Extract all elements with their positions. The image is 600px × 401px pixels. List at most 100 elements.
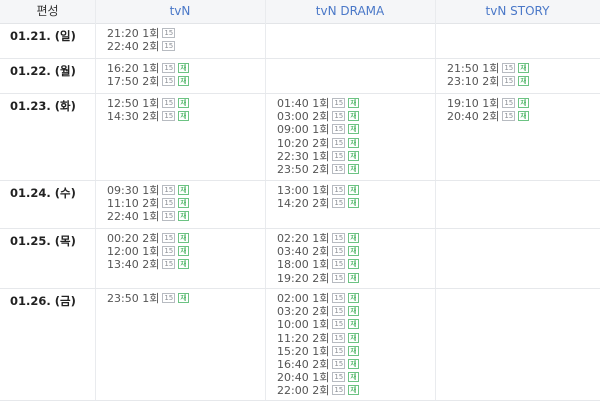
broadcast-time: 13:40 2회 (107, 258, 160, 272)
row-date: 01.22. (월) (10, 64, 76, 78)
broadcast-time: 09:00 1회 (277, 123, 330, 137)
broadcast-entry: 23:50 1회 15 재 (107, 292, 189, 305)
age-rating-badge: 15 (502, 63, 516, 73)
age-rating-badge: 15 (332, 163, 346, 174)
broadcast-time: 09:30 1회 (107, 184, 160, 197)
broadcast-entry: 12:50 1회 15 재 (107, 97, 189, 110)
age-rating-badge: 15 (162, 28, 176, 38)
broadcast-time: 15:20 1회 (277, 344, 330, 358)
age-rating-badge: 15 (162, 259, 176, 270)
cell-tvn-drama: 13:00 1회 15 재 14:20 2회 15 재 (277, 184, 359, 210)
broadcast-entry: 18:00 1회 15 재 (277, 258, 359, 271)
broadcast-entry: 14:20 2회 15 재 (277, 197, 359, 210)
rerun-badge: 재 (348, 150, 359, 161)
broadcast-time: 03:20 2회 (277, 305, 330, 319)
age-rating-badge: 15 (332, 306, 346, 317)
broadcast-entry: 10:20 2회 15 재 (277, 137, 359, 150)
broadcast-entry: 03:40 2회 15 재 (277, 245, 359, 258)
broadcast-entry: 02:00 1회 15 재 (277, 292, 359, 305)
age-rating-badge: 15 (162, 41, 176, 52)
broadcast-entry: 15:20 1회 15 재 (277, 345, 359, 358)
age-rating-badge: 15 (162, 233, 176, 243)
broadcast-time: 10:20 2회 (277, 136, 330, 150)
age-rating-badge: 15 (162, 63, 176, 73)
header-tvn-drama: tvN DRAMA (315, 4, 385, 18)
row-date: 01.24. (수) (10, 186, 76, 200)
table-row: 01.21. (일) 21:20 1회 15 22:40 2회 15 (0, 23, 600, 59)
age-rating-badge: 15 (332, 246, 346, 257)
broadcast-entry: 21:20 1회 15 (107, 27, 176, 40)
cell-tvn-story: 21:50 1회 15 재 23:10 2회 15 재 (447, 62, 529, 88)
rerun-badge: 재 (348, 185, 359, 195)
broadcast-time: 18:00 1회 (277, 258, 330, 272)
age-rating-badge: 15 (332, 259, 346, 270)
cell-tvn-story: 19:10 1회 15 재 20:40 2회 15 재 (447, 97, 529, 123)
broadcast-time: 22:00 2회 (277, 384, 330, 398)
broadcast-entry: 22:00 2회 15 재 (277, 384, 359, 397)
age-rating-badge: 15 (162, 76, 176, 87)
age-rating-badge: 15 (162, 98, 176, 108)
age-rating-badge: 15 (332, 272, 346, 283)
rerun-badge: 재 (178, 211, 189, 222)
broadcast-time: 23:50 1회 (107, 292, 160, 305)
header-tvn-story: tvN STORY (485, 4, 550, 18)
table-header: 편성 tvN tvN DRAMA tvN STORY (0, 0, 600, 24)
broadcast-time: 01:40 1회 (277, 97, 330, 110)
age-rating-badge: 15 (332, 137, 346, 148)
broadcast-entry: 12:00 1회 15 재 (107, 245, 189, 258)
broadcast-entry: 10:00 1회 15 재 (277, 318, 359, 331)
age-rating-badge: 15 (162, 185, 176, 195)
cell-tvn: 23:50 1회 15 재 (107, 292, 189, 305)
age-rating-badge: 15 (332, 233, 346, 243)
broadcast-entry: 20:40 1회 15 재 (277, 371, 359, 384)
broadcast-time: 10:00 1회 (277, 318, 330, 332)
rerun-badge: 재 (178, 111, 189, 122)
rerun-badge: 재 (348, 98, 359, 108)
broadcast-entry: 09:00 1회 15 재 (277, 123, 359, 136)
broadcast-time: 23:10 2회 (447, 75, 500, 89)
broadcast-time: 03:40 2회 (277, 245, 330, 259)
broadcast-time: 22:30 1회 (277, 149, 330, 163)
rerun-badge: 재 (518, 63, 529, 73)
rerun-badge: 재 (348, 198, 359, 209)
broadcast-entry: 21:50 1회 15 재 (447, 62, 529, 75)
rerun-badge: 재 (178, 63, 189, 73)
age-rating-badge: 15 (332, 372, 346, 383)
broadcast-entry: 19:20 2회 15 재 (277, 272, 359, 285)
broadcast-time: 12:00 1회 (107, 245, 160, 259)
cell-tvn-drama: 02:00 1회 15 재 03:20 2회 15 재 10:00 1회 15 재 11:20 2… (277, 292, 359, 398)
broadcast-entry: 17:50 2회 15 재 (107, 75, 189, 88)
broadcast-time: 11:10 2회 (107, 197, 160, 211)
age-rating-badge: 15 (332, 332, 346, 343)
broadcast-time: 22:40 2회 (107, 40, 160, 54)
broadcast-time: 13:00 1회 (277, 184, 330, 197)
age-rating-badge: 15 (332, 345, 346, 356)
broadcast-time: 02:00 1회 (277, 292, 330, 305)
cell-tvn: 21:20 1회 15 22:40 2회 15 (107, 27, 176, 54)
rerun-badge: 재 (348, 306, 359, 317)
broadcast-time: 20:40 2회 (447, 110, 500, 124)
age-rating-badge: 15 (332, 358, 346, 369)
rerun-badge: 재 (518, 111, 529, 122)
broadcast-time: 22:40 1회 (107, 210, 160, 224)
rerun-badge: 재 (178, 185, 189, 195)
broadcast-entry: 11:10 2회 15 재 (107, 197, 189, 210)
broadcast-entry: 13:00 1회 15 재 (277, 184, 359, 197)
table-row: 01.25. (목) 00:20 2회 15 재 12:00 1회 15 재 13:40 2회… (0, 228, 600, 289)
age-rating-badge: 15 (332, 185, 346, 195)
broadcast-entry: 01:40 1회 15 재 (277, 97, 359, 110)
table-row: 01.23. (화) 12:50 1회 15 재 14:30 2회 15 재 01:40 1회… (0, 93, 600, 181)
age-rating-badge: 15 (332, 198, 346, 209)
cell-tvn: 09:30 1회 15 재 11:10 2회 15 재 22:40 1회 15 재 (107, 184, 189, 224)
row-date: 01.26. (금) (10, 294, 76, 308)
cell-tvn: 16:20 1회 15 재 17:50 2회 15 재 (107, 62, 189, 88)
broadcast-time: 11:20 2회 (277, 331, 330, 345)
age-rating-badge: 15 (332, 98, 346, 108)
cell-tvn: 12:50 1회 15 재 14:30 2회 15 재 (107, 97, 189, 123)
rerun-badge: 재 (178, 233, 189, 243)
age-rating-badge: 15 (502, 76, 516, 87)
broadcast-entry: 19:10 1회 15 재 (447, 97, 529, 110)
rerun-badge: 재 (348, 259, 359, 270)
rerun-badge: 재 (348, 293, 359, 303)
broadcast-entry: 03:00 2회 15 재 (277, 110, 359, 123)
